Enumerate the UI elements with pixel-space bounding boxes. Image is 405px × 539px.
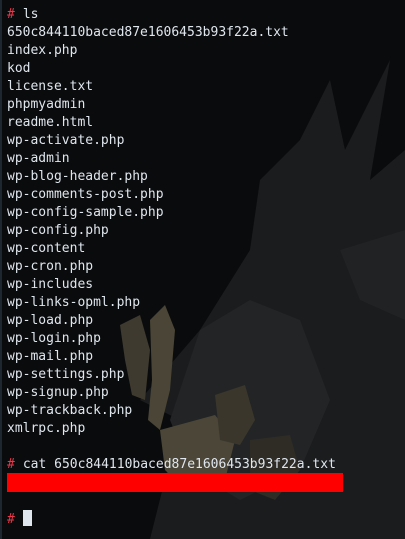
- command-line-ls: # ls: [7, 6, 405, 24]
- file-entry: wp-config.php: [7, 223, 109, 238]
- file-entry: wp-activate.php: [7, 133, 125, 148]
- redacted-output-bar: [7, 473, 343, 492]
- terminal-output: # ls 650c844110baced87e1606453b93f22a.txt…: [7, 6, 405, 474]
- command-text: ls: [22, 7, 39, 22]
- file-entry: wp-cron.php: [7, 259, 94, 274]
- command-text: cat 650c844110baced87e1606453b93f22a.txt: [22, 457, 336, 472]
- file-entry: phpmyadmin: [7, 97, 86, 112]
- file-entry: wp-mail.php: [7, 349, 94, 364]
- active-prompt-line[interactable]: #: [7, 510, 32, 528]
- file-entry: wp-comments-post.php: [7, 187, 164, 202]
- window-edge: [0, 0, 2, 539]
- file-entry: readme.html: [7, 115, 94, 130]
- file-entry: 650c844110baced87e1606453b93f22a.txt: [7, 25, 289, 40]
- file-entry: wp-links-opml.php: [7, 295, 141, 310]
- command-line-cat: # cat 650c844110baced87e1606453b93f22a.tx…: [7, 456, 405, 474]
- file-entry: wp-settings.php: [7, 367, 125, 382]
- prompt-symbol: #: [7, 457, 15, 472]
- file-entry: wp-config-sample.php: [7, 205, 164, 220]
- file-entry: wp-admin: [7, 151, 70, 166]
- terminal-window[interactable]: # ls 650c844110baced87e1606453b93f22a.txt…: [0, 0, 405, 539]
- prompt-symbol: #: [7, 512, 15, 527]
- file-entry: xmlrpc.php: [7, 421, 86, 436]
- file-entry: kod: [7, 61, 31, 76]
- text-cursor[interactable]: [22, 510, 32, 526]
- file-entry: wp-trackback.php: [7, 403, 133, 418]
- file-entry: license.txt: [7, 79, 94, 94]
- file-entry: wp-content: [7, 241, 86, 256]
- prompt-symbol: #: [7, 7, 15, 22]
- file-entry: wp-signup.php: [7, 385, 109, 400]
- file-entry: wp-load.php: [7, 313, 94, 328]
- file-entry: wp-login.php: [7, 331, 101, 346]
- file-entry: wp-blog-header.php: [7, 169, 148, 184]
- file-entry: index.php: [7, 43, 78, 58]
- file-entry: wp-includes: [7, 277, 94, 292]
